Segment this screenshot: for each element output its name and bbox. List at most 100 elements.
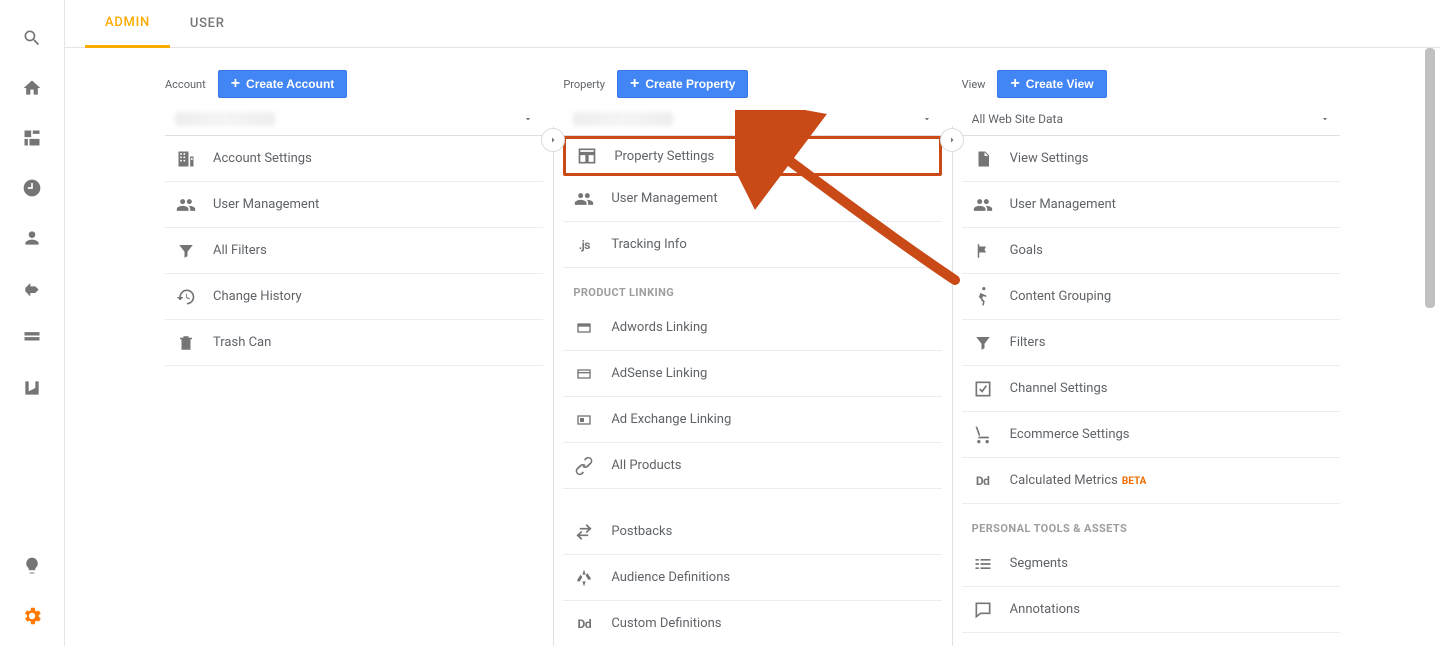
content-grouping-item[interactable]: Content Grouping: [962, 274, 1340, 320]
home-icon[interactable]: [12, 68, 52, 108]
customization-icon[interactable]: [12, 118, 52, 158]
ad-exchange-linking-item[interactable]: Ad Exchange Linking: [563, 397, 941, 443]
users-icon: [573, 188, 595, 210]
menu-item-label: Ecommerce Settings: [1010, 427, 1130, 442]
top-tabs: ADMIN USER: [65, 0, 1440, 48]
all-filters-item[interactable]: All Filters: [165, 228, 543, 274]
building-icon: [175, 148, 197, 170]
swap-icon: [573, 521, 595, 543]
left-nav-rail: [0, 0, 65, 646]
menu-item-label: All Products: [611, 458, 681, 473]
menu-item-label: Change History: [213, 289, 302, 304]
adwords-linking-item[interactable]: Adwords Linking: [563, 305, 941, 351]
plus-icon: +: [1010, 76, 1019, 92]
plus-icon: +: [630, 76, 639, 92]
view-filters-item[interactable]: Filters: [962, 320, 1340, 366]
view-column-label: View: [962, 78, 986, 91]
beta-badge: BETA: [1122, 476, 1147, 487]
segments-icon: [972, 553, 994, 575]
trash-icon: [175, 332, 197, 354]
admin-gear-icon[interactable]: [12, 596, 52, 636]
view-settings-item[interactable]: View Settings: [962, 136, 1340, 182]
create-property-button[interactable]: + Create Property: [617, 70, 748, 98]
view-selector[interactable]: All Web Site Data: [962, 102, 1340, 136]
custom-definitions-item[interactable]: Dd Custom Definitions: [563, 601, 941, 646]
acquisition-icon[interactable]: [12, 268, 52, 308]
funnel-icon: [175, 240, 197, 262]
chevron-down-icon: [523, 114, 533, 124]
comment-icon: [972, 599, 994, 621]
create-account-button[interactable]: + Create Account: [218, 70, 348, 98]
chevron-down-icon: [922, 114, 932, 124]
behavior-icon[interactable]: [12, 318, 52, 358]
menu-item-label: Goals: [1010, 243, 1043, 258]
account-column: Account + Create Account Account Setting…: [155, 70, 553, 646]
menu-item-label: Adwords Linking: [611, 320, 707, 335]
menu-item-label: Segments: [1010, 556, 1068, 571]
audience-icon[interactable]: [12, 218, 52, 258]
annotations-item[interactable]: Annotations: [962, 587, 1340, 633]
scrollbar[interactable]: [1425, 48, 1435, 308]
card3-icon: [573, 409, 595, 431]
property-user-management-item[interactable]: User Management: [563, 176, 941, 222]
postbacks-item[interactable]: Postbacks: [563, 509, 941, 555]
product-linking-section-title: PRODUCT LINKING: [563, 268, 941, 305]
plus-icon: +: [231, 76, 240, 92]
create-view-label: Create View: [1026, 77, 1094, 91]
trash-can-item[interactable]: Trash Can: [165, 320, 543, 366]
property-column: Property + Create Property Property Sett…: [553, 70, 951, 646]
users-icon: [972, 194, 994, 216]
menu-item-label: Annotations: [1010, 602, 1080, 617]
property-column-label: Property: [563, 78, 605, 91]
menu-item-label: All Filters: [213, 243, 267, 258]
tab-admin[interactable]: ADMIN: [85, 0, 170, 48]
view-user-management-item[interactable]: User Management: [962, 182, 1340, 228]
dd-icon: Dd: [972, 470, 994, 492]
create-view-button[interactable]: + Create View: [997, 70, 1106, 98]
channel-settings-item[interactable]: Channel Settings: [962, 366, 1340, 412]
menu-item-label: User Management: [611, 191, 717, 206]
account-settings-item[interactable]: Account Settings: [165, 136, 543, 182]
change-history-item[interactable]: Change History: [165, 274, 543, 320]
property-selector-value: [573, 112, 673, 126]
realtime-icon[interactable]: [12, 168, 52, 208]
view-column: View + Create View All Web Site Data Vie…: [952, 70, 1350, 646]
tracking-info-item[interactable]: .js Tracking Info: [563, 222, 941, 268]
search-icon[interactable]: [12, 18, 52, 58]
menu-item-label: Tracking Info: [611, 237, 686, 252]
adsense-linking-item[interactable]: AdSense Linking: [563, 351, 941, 397]
menu-item-label: User Management: [213, 197, 319, 212]
conversions-icon[interactable]: [12, 368, 52, 408]
history-icon: [175, 286, 197, 308]
card-icon: [573, 317, 595, 339]
property-settings-item[interactable]: Property Settings: [563, 136, 941, 176]
cart-icon: [972, 424, 994, 446]
users-icon: [175, 194, 197, 216]
property-selector[interactable]: [563, 102, 941, 136]
chevron-down-icon: [1320, 114, 1330, 124]
calculated-metrics-item[interactable]: Dd Calculated MetricsBETA: [962, 458, 1340, 504]
link-icon: [573, 455, 595, 477]
discover-icon[interactable]: [12, 546, 52, 586]
dd-icon: Dd: [573, 613, 595, 635]
menu-item-label: View Settings: [1010, 151, 1089, 166]
menu-item-label: Channel Settings: [1010, 381, 1108, 396]
js-icon: .js: [573, 234, 595, 256]
menu-item-label: Content Grouping: [1010, 289, 1112, 304]
account-column-label: Account: [165, 78, 206, 91]
goals-item[interactable]: Goals: [962, 228, 1340, 274]
audience-definitions-item[interactable]: Audience Definitions: [563, 555, 941, 601]
ecommerce-settings-item[interactable]: Ecommerce Settings: [962, 412, 1340, 458]
move-property-right-button[interactable]: [940, 128, 964, 152]
account-user-management-item[interactable]: User Management: [165, 182, 543, 228]
menu-item-label: Audience Definitions: [611, 570, 730, 585]
account-selector[interactable]: [165, 102, 543, 136]
menu-item-label: Ad Exchange Linking: [611, 412, 731, 427]
card2-icon: [573, 363, 595, 385]
all-products-item[interactable]: All Products: [563, 443, 941, 489]
branch-icon: [573, 567, 595, 589]
funnel-icon: [972, 332, 994, 354]
segments-item[interactable]: Segments: [962, 541, 1340, 587]
channel-icon: [972, 378, 994, 400]
tab-user[interactable]: USER: [170, 0, 245, 48]
